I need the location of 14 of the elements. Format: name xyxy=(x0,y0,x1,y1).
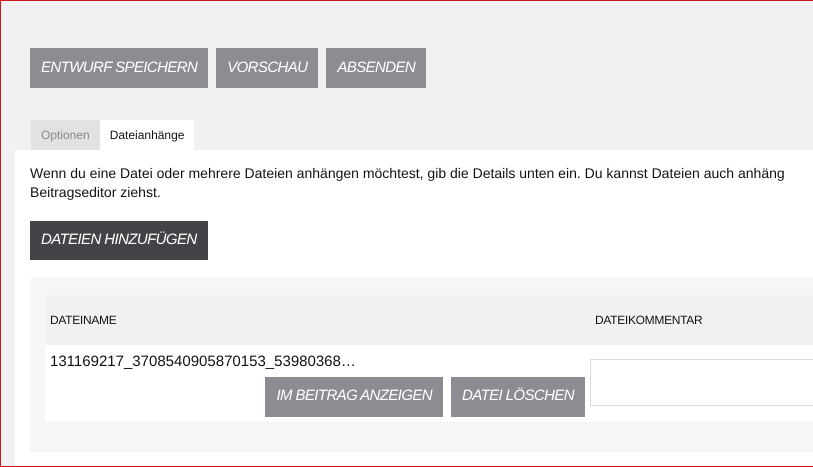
submit-button[interactable]: ABSENDEN xyxy=(326,48,426,88)
tab[interactable]: Dateianhänge xyxy=(100,120,194,150)
comment-field[interactable] xyxy=(590,359,813,406)
preview-button[interactable]: VORSCHAU xyxy=(216,48,318,88)
file-name: 131169217_3708540905870153_53980368… xyxy=(50,352,357,372)
intro-text: Wenn du eine Datei oder mehrere Dateien anhängen möchtest, gib die Details unten ein. Du kannst Dateien auch anhäng xyxy=(30,164,786,183)
column-header: DATEIKOMMENTAR xyxy=(594,312,704,329)
intro-text: Beitragseditor ziehst. xyxy=(30,183,162,202)
insert-in-post-button[interactable]: IM BEITRAG ANZEIGEN xyxy=(265,376,444,416)
save-draft-button[interactable]: ENTWURF SPEICHERN xyxy=(30,48,208,88)
column-header: DATEINAME xyxy=(49,312,118,329)
tab[interactable]: Optionen xyxy=(31,120,100,150)
delete-file-button[interactable]: DATEI LÖSCHEN xyxy=(451,376,585,416)
add-files-button[interactable]: DATEIEN HINZUFÜGEN xyxy=(30,221,208,260)
